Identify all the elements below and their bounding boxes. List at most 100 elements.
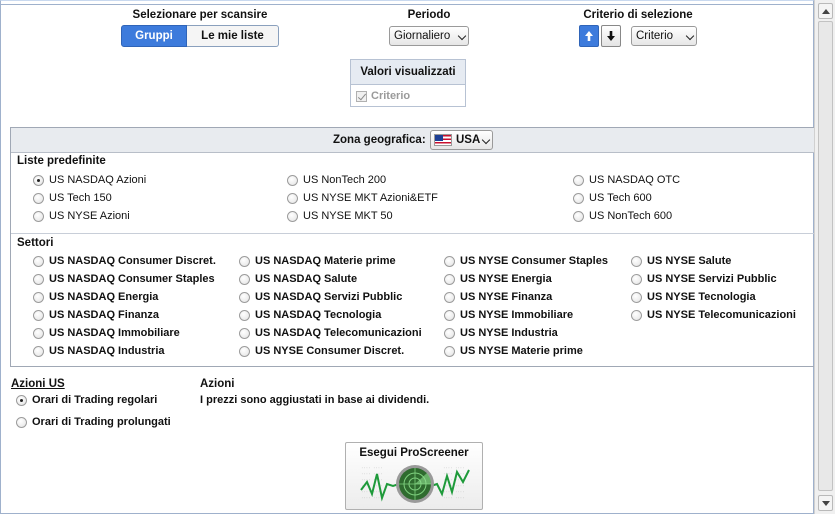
top-border: [1, 4, 815, 5]
list-radio[interactable]: US NASDAQ OTC: [573, 174, 680, 186]
radio[interactable]: [287, 174, 298, 186]
sector-label: US NYSE Servizi Pubblic: [647, 273, 777, 285]
run-proscreener-button[interactable]: Esegui ProScreener ···· ···· ···· ···· ···…: [345, 442, 483, 510]
sector-radio[interactable]: US NASDAQ Telecomunicazioni: [239, 327, 422, 339]
sector-label: US NASDAQ Telecomunicazioni: [255, 327, 422, 339]
radio[interactable]: [33, 309, 44, 321]
radio[interactable]: [444, 309, 455, 321]
list-radio[interactable]: US NYSE Azioni: [33, 210, 130, 222]
sector-radio[interactable]: US NYSE Consumer Discret.: [239, 345, 404, 357]
sector-radio[interactable]: US NASDAQ Salute: [239, 273, 357, 285]
radio[interactable]: [444, 273, 455, 285]
period-select[interactable]: Giornaliero: [389, 26, 469, 46]
sector-label: US NYSE Energia: [460, 273, 552, 285]
list-label: US NYSE MKT 50: [303, 210, 393, 222]
regular-hours-radio[interactable]: Orari di Trading regolari: [16, 394, 157, 406]
sort-ascending-button[interactable]: [579, 25, 599, 47]
radio[interactable]: [16, 416, 27, 428]
sector-radio[interactable]: US NYSE Finanza: [444, 291, 552, 303]
sector-radio[interactable]: US NYSE Energia: [444, 273, 552, 285]
radio-selected[interactable]: [33, 174, 44, 186]
radio[interactable]: [444, 255, 455, 267]
criterion-checkbox-row[interactable]: Criterio: [351, 85, 465, 107]
sector-radio[interactable]: US NASDAQ Consumer Staples: [33, 273, 215, 285]
radio[interactable]: [33, 291, 44, 303]
list-label: US NYSE MKT Azioni&ETF: [303, 192, 438, 204]
sector-radio[interactable]: US NASDAQ Energia: [33, 291, 158, 303]
tab-my-lists[interactable]: Le mie liste: [187, 25, 279, 47]
radio-selected[interactable]: [16, 394, 27, 406]
checkbox-checked-disabled[interactable]: [356, 90, 367, 102]
sector-radio[interactable]: US NASDAQ Consumer Discret.: [33, 255, 216, 267]
run-button-label: Esegui ProScreener: [359, 447, 469, 459]
sector-radio[interactable]: US NASDAQ Tecnologia: [239, 309, 381, 321]
sector-radio[interactable]: US NYSE Servizi Pubblic: [631, 273, 777, 285]
criteria-select[interactable]: Criterio: [631, 26, 697, 46]
radar-screener-icon: ···· ···· ···· ···· ···· ···· ···· ···· ···…: [360, 465, 470, 503]
scan-segment-control: Gruppi Le mie liste: [121, 25, 279, 47]
radio[interactable]: [444, 345, 455, 357]
radio[interactable]: [239, 345, 250, 357]
svg-text:···· ····: ···· ····: [361, 467, 383, 471]
geo-select[interactable]: USA: [430, 130, 493, 150]
extended-hours-label: Orari di Trading prolungati: [32, 416, 171, 428]
radio[interactable]: [573, 210, 584, 222]
tab-groups[interactable]: Gruppi: [121, 25, 187, 47]
sector-radio[interactable]: US NYSE Industria: [444, 327, 558, 339]
sector-label: US NYSE Finanza: [460, 291, 553, 303]
radio[interactable]: [631, 273, 642, 285]
radio[interactable]: [33, 255, 44, 267]
radio[interactable]: [33, 273, 44, 285]
radio[interactable]: [239, 273, 250, 285]
sector-radio[interactable]: US NYSE Salute: [631, 255, 731, 267]
sector-radio[interactable]: US NYSE Tecnologia: [631, 291, 756, 303]
scroll-down-button[interactable]: [818, 495, 833, 511]
sector-radio[interactable]: US NASDAQ Finanza: [33, 309, 159, 321]
chevron-down-icon: [457, 31, 467, 41]
radio[interactable]: [631, 291, 642, 303]
list-radio[interactable]: US NYSE MKT 50: [287, 210, 393, 222]
radio[interactable]: [444, 327, 455, 339]
sectors-title: Settori: [17, 237, 54, 249]
radio[interactable]: [631, 255, 642, 267]
sector-radio[interactable]: US NYSE Materie prime: [444, 345, 583, 357]
radio[interactable]: [287, 210, 298, 222]
sector-radio[interactable]: US NYSE Immobiliare: [444, 309, 573, 321]
radio[interactable]: [573, 192, 584, 204]
sector-radio[interactable]: US NASDAQ Materie prime: [239, 255, 396, 267]
geo-value: USA: [456, 134, 481, 146]
list-radio[interactable]: US Tech 600: [573, 192, 652, 204]
list-radio[interactable]: US NYSE MKT Azioni&ETF: [287, 192, 438, 204]
radio[interactable]: [444, 291, 455, 303]
scroll-up-button[interactable]: [818, 3, 833, 19]
radio[interactable]: [239, 327, 250, 339]
sector-radio[interactable]: US NYSE Telecomunicazioni: [631, 309, 796, 321]
sector-radio[interactable]: US NASDAQ Industria: [33, 345, 165, 357]
radio[interactable]: [573, 174, 584, 186]
sector-radio[interactable]: US NASDAQ Servizi Pubblic: [239, 291, 402, 303]
sort-descending-button[interactable]: [601, 25, 621, 47]
radio[interactable]: [33, 192, 44, 204]
list-radio[interactable]: US NonTech 200: [287, 174, 386, 186]
radio[interactable]: [33, 210, 44, 222]
geo-bar: Zona geografica: USA: [11, 128, 814, 153]
list-radio[interactable]: US NASDAQ Azioni: [33, 174, 146, 186]
sector-label: US NYSE Immobiliare: [460, 309, 574, 321]
list-radio[interactable]: US NonTech 600: [573, 210, 672, 222]
vertical-scrollbar[interactable]: [814, 0, 835, 514]
radio[interactable]: [33, 327, 44, 339]
radio[interactable]: [239, 255, 250, 267]
list-radio[interactable]: US Tech 150: [33, 192, 112, 204]
scan-title: Selezionare per scansire: [132, 9, 268, 21]
radio[interactable]: [631, 309, 642, 321]
sector-radio[interactable]: US NYSE Consumer Staples: [444, 255, 608, 267]
radio[interactable]: [239, 309, 250, 321]
radio[interactable]: [33, 345, 44, 357]
extended-hours-radio[interactable]: Orari di Trading prolungati: [16, 416, 171, 428]
sector-radio[interactable]: US NASDAQ Immobiliare: [33, 327, 180, 339]
sector-label: US NYSE Tecnologia: [647, 291, 756, 303]
radio[interactable]: [287, 192, 298, 204]
radio[interactable]: [239, 291, 250, 303]
sector-label: US NASDAQ Energia: [49, 291, 159, 303]
scrollbar-thumb[interactable]: [818, 21, 833, 491]
